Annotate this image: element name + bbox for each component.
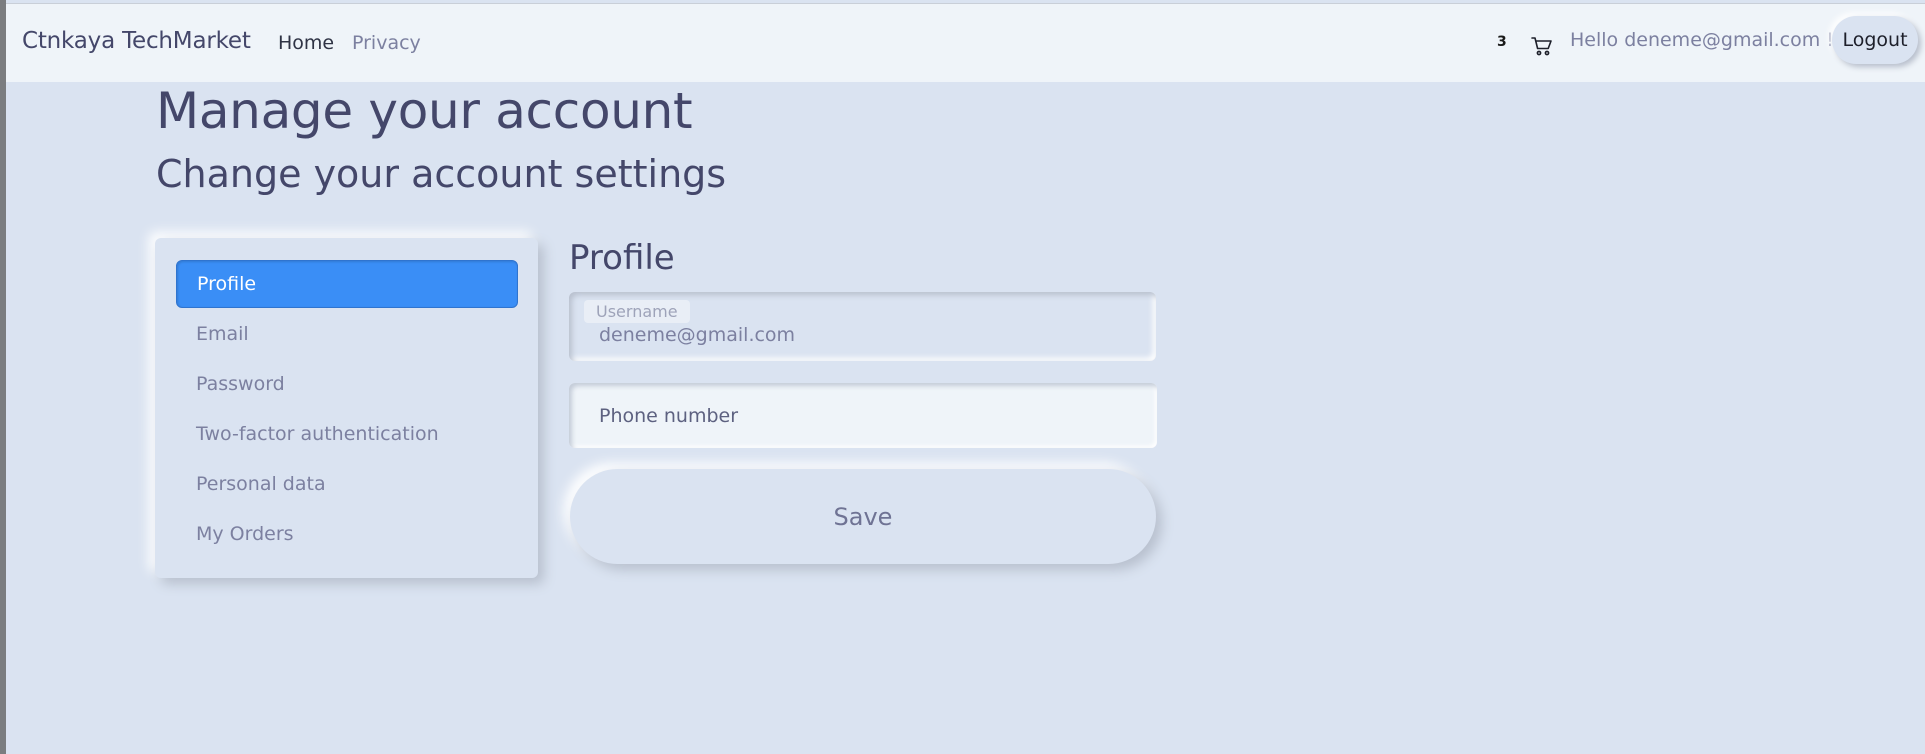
username-label: Username <box>584 300 690 323</box>
brand-name[interactable]: Ctnkaya TechMarket <box>22 28 251 54</box>
phone-number-input[interactable] <box>569 383 1157 448</box>
sidebar-item-profile[interactable]: Profile <box>176 260 518 308</box>
sidebar-item-label: Two-factor authentication <box>196 423 439 445</box>
logout-button[interactable]: Logout <box>1832 16 1918 64</box>
sidebar-item-two-factor[interactable]: Two-factor authentication <box>176 410 518 458</box>
user-greeting[interactable]: Hello deneme@gmail.com ! <box>1570 29 1834 51</box>
username-field[interactable]: Username deneme@gmail.com <box>569 292 1156 361</box>
sidebar-item-label: Password <box>196 373 285 395</box>
account-nav-card: Profile Email Password Two-factor authen… <box>155 238 538 578</box>
profile-heading: Profile <box>569 238 675 278</box>
page-title: Manage your account <box>156 82 693 140</box>
top-navbar: Ctnkaya TechMarket Home Privacy 3 Hello … <box>6 3 1925 82</box>
nav-link-home[interactable]: Home <box>278 32 334 54</box>
cart-count-badge: 3 <box>1497 34 1507 50</box>
username-value: deneme@gmail.com <box>599 324 796 346</box>
save-button[interactable]: Save <box>570 469 1156 564</box>
sidebar-item-my-orders[interactable]: My Orders <box>176 510 518 558</box>
shopping-cart-icon[interactable] <box>1530 34 1554 58</box>
page-subtitle: Change your account settings <box>156 152 727 196</box>
sidebar-item-label: Email <box>196 323 249 345</box>
nav-link-privacy[interactable]: Privacy <box>352 32 421 54</box>
sidebar-item-label: Profile <box>197 273 257 295</box>
sidebar-item-email[interactable]: Email <box>176 310 518 358</box>
sidebar-item-label: My Orders <box>196 523 294 545</box>
window-edge <box>0 0 6 754</box>
sidebar-item-password[interactable]: Password <box>176 360 518 408</box>
sidebar-item-personal-data[interactable]: Personal data <box>176 460 518 508</box>
sidebar-item-label: Personal data <box>196 473 326 495</box>
